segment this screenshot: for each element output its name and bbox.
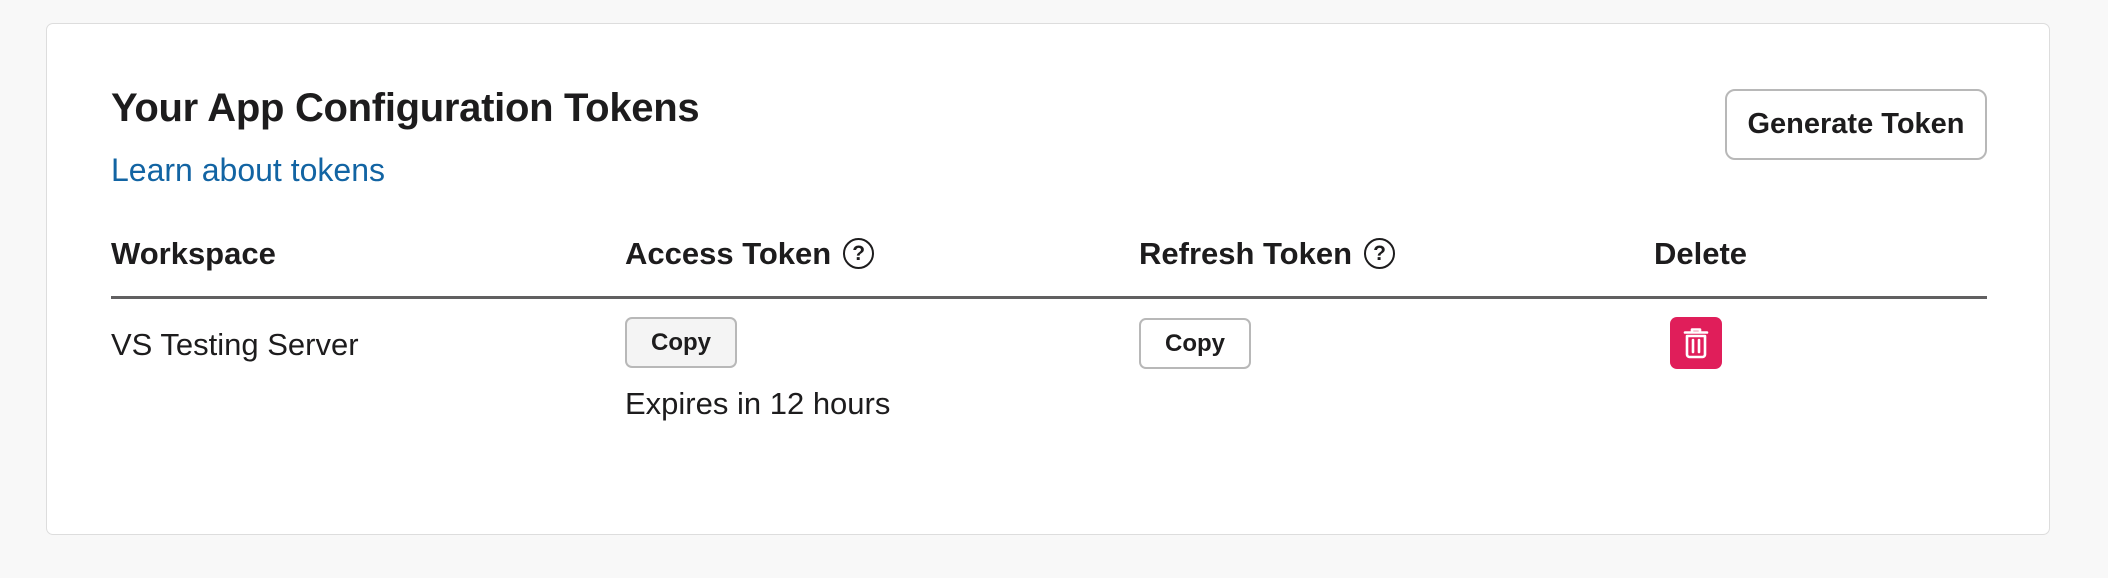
column-header-workspace: Workspace xyxy=(111,238,276,269)
column-header-workspace-label: Workspace xyxy=(111,236,276,271)
column-header-delete-label: Delete xyxy=(1654,236,1748,271)
tokens-card: Your App Configuration Tokens Learn abou… xyxy=(46,23,2050,535)
access-token-help-icon[interactable]: ? xyxy=(843,238,875,269)
access-token-expiry: Expires in 12 hours xyxy=(625,386,891,421)
column-header-access-token-label: Access Token xyxy=(625,236,832,271)
trash-icon xyxy=(1683,328,1709,359)
column-header-delete: Delete xyxy=(1654,238,1747,269)
generate-token-button[interactable]: Generate Token xyxy=(1725,89,1987,160)
workspace-name: VS Testing Server xyxy=(111,327,359,362)
column-header-refresh-token: Refresh Token ? xyxy=(1139,236,1396,271)
table-header-divider xyxy=(111,296,1987,299)
page-title: Your App Configuration Tokens xyxy=(111,86,700,130)
refresh-token-help-icon[interactable]: ? xyxy=(1364,238,1396,269)
delete-token-button[interactable] xyxy=(1670,317,1722,369)
copy-refresh-token-button[interactable]: Copy xyxy=(1139,318,1251,369)
column-header-refresh-token-label: Refresh Token xyxy=(1139,236,1353,271)
column-header-access-token: Access Token ? xyxy=(625,236,875,271)
learn-about-tokens-link[interactable]: Learn about tokens xyxy=(111,154,385,186)
copy-access-token-button[interactable]: Copy xyxy=(625,317,737,368)
